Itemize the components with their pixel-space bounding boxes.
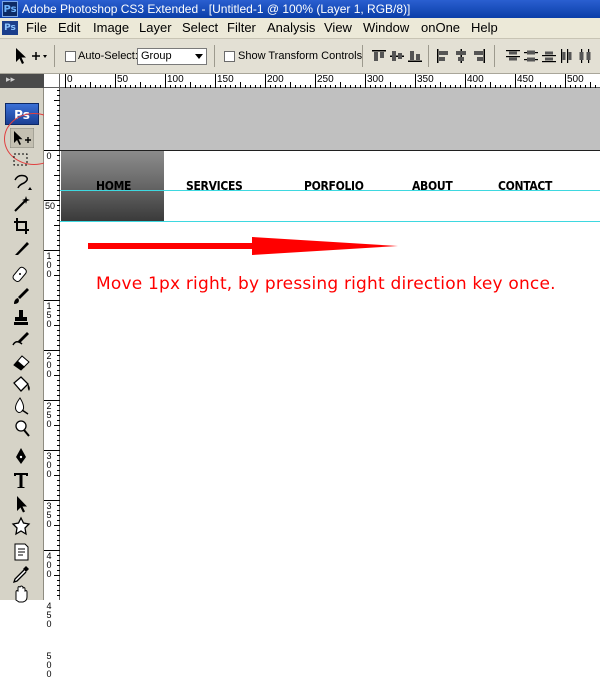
right-arrow-icon (88, 237, 398, 255)
ruler-label: 300 (367, 74, 384, 85)
brush-tool-icon[interactable] (10, 286, 34, 306)
window-title: Adobe Photoshop CS3 Extended - [Untitled… (22, 2, 411, 16)
nav-home: HOME (96, 179, 132, 193)
menu-window[interactable]: Window (363, 20, 409, 36)
design-header-block (60, 88, 600, 150)
align-right-icon[interactable] (472, 49, 486, 63)
options-bar: Auto-Select: Group Show Transform Contro… (0, 39, 600, 74)
align-horizontal-center-icon[interactable] (454, 49, 468, 63)
blur-tool-icon[interactable] (10, 396, 34, 416)
menu-bar: Ps File Edit Image Layer Select Filter A… (0, 18, 600, 39)
ruler-label: 200 (46, 351, 52, 379)
distribute-left-icon[interactable] (560, 49, 574, 63)
auto-select-checkbox[interactable] (65, 51, 76, 62)
menu-analysis[interactable]: Analysis (267, 20, 315, 36)
align-left-icon[interactable] (436, 49, 450, 63)
nav-about: ABOUT (412, 179, 453, 193)
type-tool-icon[interactable] (10, 470, 34, 490)
eyedropper-tool-icon[interactable] (10, 564, 34, 584)
ruler-label: 0 (46, 151, 52, 161)
nav-contact: CONTACT (498, 179, 553, 193)
nav-services: SERVICES (186, 179, 243, 193)
separator (214, 45, 215, 67)
ruler-label: 500 (46, 651, 52, 679)
ruler-label: 150 (217, 74, 234, 85)
slice-tool-icon[interactable] (10, 238, 34, 258)
menu-select[interactable]: Select (182, 20, 218, 36)
separator (54, 45, 55, 67)
chevron-down-icon (195, 54, 203, 59)
ruler-label: 250 (46, 401, 52, 429)
eraser-tool-icon[interactable] (10, 352, 34, 372)
auto-select-value: Group (141, 50, 172, 62)
ruler-label: 50 (45, 201, 56, 211)
separator (494, 45, 495, 67)
history-brush-tool-icon[interactable] (10, 330, 34, 350)
ps-menu-icon[interactable]: Ps (2, 21, 18, 35)
menu-onone[interactable]: onOne (421, 20, 460, 36)
ruler-label: 450 (517, 74, 534, 85)
menu-edit[interactable]: Edit (58, 20, 80, 36)
distribute-vertical-center-icon[interactable] (524, 49, 538, 63)
paint-bucket-tool-icon[interactable] (10, 374, 34, 394)
move-tool-icon[interactable] (10, 128, 34, 148)
auto-select-dropdown[interactable]: Group (137, 48, 207, 65)
menu-help[interactable]: Help (471, 20, 498, 36)
clone-stamp-tool-icon[interactable] (10, 308, 34, 328)
menu-file[interactable]: File (26, 20, 47, 36)
ruler-label: 500 (567, 74, 584, 85)
nav-portfolio: PORFOLIO (304, 179, 364, 193)
ruler-label: 50 (117, 74, 129, 85)
magic-wand-tool-icon[interactable] (10, 194, 34, 214)
healing-brush-tool-icon[interactable] (10, 264, 34, 284)
ruler-label: 350 (417, 74, 434, 85)
ruler-label: 400 (467, 74, 484, 85)
lasso-tool-icon[interactable] (10, 172, 34, 192)
notes-tool-icon[interactable] (10, 542, 34, 562)
align-top-icon[interactable] (372, 49, 386, 63)
distribute-top-icon[interactable] (506, 49, 520, 63)
tutorial-annotation: Move 1px right, by pressing right direct… (96, 274, 556, 294)
ruler-label: 200 (267, 74, 284, 85)
distribute-bottom-icon[interactable] (542, 49, 556, 63)
align-vertical-center-icon[interactable] (390, 49, 404, 63)
show-transform-checkbox[interactable] (224, 51, 235, 62)
auto-select-label: Auto-Select: (78, 50, 138, 62)
tool-preset-picker[interactable] (10, 45, 48, 67)
ruler-label: 150 (46, 301, 52, 329)
path-selection-tool-icon[interactable] (10, 494, 34, 514)
expand-panel-icon[interactable]: ▸▸ (6, 75, 15, 85)
pen-tool-icon[interactable] (10, 446, 34, 466)
ruler-label: 350 (46, 501, 52, 529)
separator (428, 45, 429, 67)
ruler-label: 100 (46, 251, 52, 279)
ruler-label: 100 (167, 74, 184, 85)
align-bottom-icon[interactable] (408, 49, 422, 63)
hand-tool-icon[interactable] (10, 584, 34, 604)
ruler-origin[interactable] (44, 74, 60, 88)
ruler-label: 0 (67, 74, 73, 85)
ruler-label: 450 (46, 601, 52, 629)
separator (362, 45, 363, 67)
menu-filter[interactable]: Filter (227, 20, 256, 36)
app-icon[interactable]: Ps (2, 1, 18, 17)
menu-image[interactable]: Image (93, 20, 129, 36)
ruler-label: 300 (46, 451, 52, 479)
marquee-tool-icon[interactable] (10, 150, 34, 170)
vertical-ruler[interactable]: 0 50 100 150 200 250 300 350 400 450 500 (44, 88, 60, 679)
ruler-label: 250 (317, 74, 334, 85)
menu-layer[interactable]: Layer (139, 20, 172, 36)
menu-view[interactable]: View (324, 20, 352, 36)
show-transform-label: Show Transform Controls (238, 50, 363, 62)
ruler-label: 400 (46, 551, 52, 579)
dodge-tool-icon[interactable] (10, 418, 34, 438)
custom-shape-tool-icon[interactable] (10, 516, 34, 536)
crop-tool-icon[interactable] (10, 216, 34, 236)
guide-line[interactable] (60, 221, 600, 222)
distribute-horizontal-center-icon[interactable] (578, 49, 592, 63)
horizontal-ruler[interactable]: 0 50 100 150 200 250 300 350 400 450 500 (44, 74, 600, 88)
